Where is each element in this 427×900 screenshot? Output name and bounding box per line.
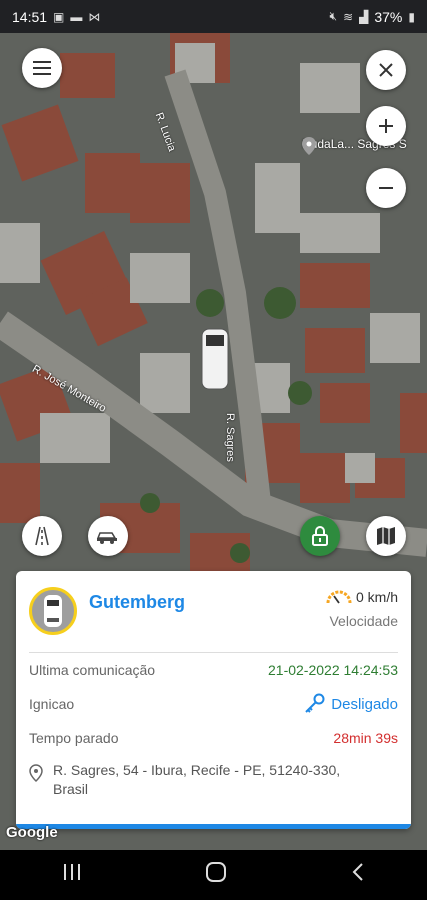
map-type-button[interactable] bbox=[366, 516, 406, 556]
mute-icon: 🔇︎ bbox=[329, 9, 338, 23]
lock-icon bbox=[312, 526, 328, 546]
road-view-button[interactable] bbox=[22, 516, 62, 556]
stopped-time-row: Tempo parado 28min 39s bbox=[29, 721, 398, 755]
stopped-time-value: 28min 39s bbox=[333, 730, 398, 746]
plus-icon bbox=[379, 119, 393, 133]
recent-apps-button[interactable] bbox=[62, 863, 82, 887]
vehicle-info-card[interactable]: Gutemberg 0 km/h Velocidade Ultima comun… bbox=[16, 571, 411, 829]
speed-block: 0 km/h Velocidade bbox=[326, 589, 398, 629]
mail-icon: ⋈ bbox=[88, 9, 101, 24]
ignition-label: Ignicao bbox=[29, 696, 75, 712]
battery-percent: 37% bbox=[374, 8, 403, 25]
close-button[interactable] bbox=[366, 50, 406, 90]
minus-icon bbox=[379, 187, 393, 189]
last-communication-value: 21-02-2022 14:24:53 bbox=[268, 662, 398, 678]
last-communication-label: Ultima comunicação bbox=[29, 662, 156, 678]
location-pin-icon bbox=[29, 764, 43, 782]
location-pin-icon bbox=[302, 137, 316, 155]
ignition-status: Desligado bbox=[303, 693, 398, 715]
zoom-out-button[interactable] bbox=[366, 168, 406, 208]
car-icon bbox=[96, 532, 117, 544]
vehicle-avatar bbox=[29, 587, 77, 635]
back-icon bbox=[352, 863, 363, 881]
zoom-in-button[interactable] bbox=[366, 106, 406, 146]
google-logo: Google bbox=[6, 824, 58, 841]
ignition-row: Ignicao Desligado bbox=[29, 687, 398, 721]
image-icon: ▣ bbox=[53, 9, 65, 24]
vehicle-name: Gutemberg bbox=[89, 592, 186, 612]
map-icon bbox=[377, 527, 395, 545]
vehicle-button[interactable] bbox=[88, 516, 128, 556]
battery-icon: ▮ bbox=[408, 9, 415, 24]
address-line-1: R. Sagres, 54 - Ibura, Recife - PE, 5124… bbox=[53, 762, 341, 778]
home-button[interactable] bbox=[205, 861, 227, 889]
address-line-2: Brasil bbox=[53, 781, 89, 797]
card-accent-bar bbox=[16, 824, 411, 829]
message-icon: ▬ bbox=[70, 9, 83, 24]
speed-label: Velocidade bbox=[329, 613, 398, 629]
home-icon bbox=[206, 862, 227, 882]
car-top-icon bbox=[44, 595, 62, 627]
clock: 14:51 bbox=[12, 8, 48, 25]
ignition-value: Desligado bbox=[331, 695, 398, 713]
menu-icon bbox=[33, 61, 51, 75]
last-communication-row: Ultima comunicação 21-02-2022 14:24:53 bbox=[29, 653, 398, 687]
back-button[interactable] bbox=[351, 862, 365, 888]
signal-icon: ▟ bbox=[359, 9, 369, 24]
road-icon bbox=[35, 526, 49, 546]
speed-value: 0 km/h bbox=[355, 589, 398, 605]
menu-button[interactable] bbox=[22, 48, 62, 88]
status-bar: 14:51 ▣ ▬ ⋈ 🔇︎ ≋ ▟ 37% ▮ bbox=[0, 0, 427, 33]
card-header: Gutemberg 0 km/h Velocidade bbox=[29, 571, 398, 653]
navigation-bar bbox=[0, 850, 427, 900]
wifi-icon: ≋ bbox=[343, 9, 354, 24]
street-label-sagres: R. Sagres bbox=[224, 413, 236, 462]
lock-button[interactable] bbox=[300, 516, 340, 556]
key-icon bbox=[305, 693, 325, 713]
speedometer-icon bbox=[326, 590, 352, 604]
stopped-time-label: Tempo parado bbox=[29, 730, 119, 746]
close-icon bbox=[379, 63, 393, 77]
address: R. Sagres, 54 - Ibura, Recife - PE, 5124… bbox=[29, 761, 398, 799]
recents-icon bbox=[63, 864, 80, 880]
